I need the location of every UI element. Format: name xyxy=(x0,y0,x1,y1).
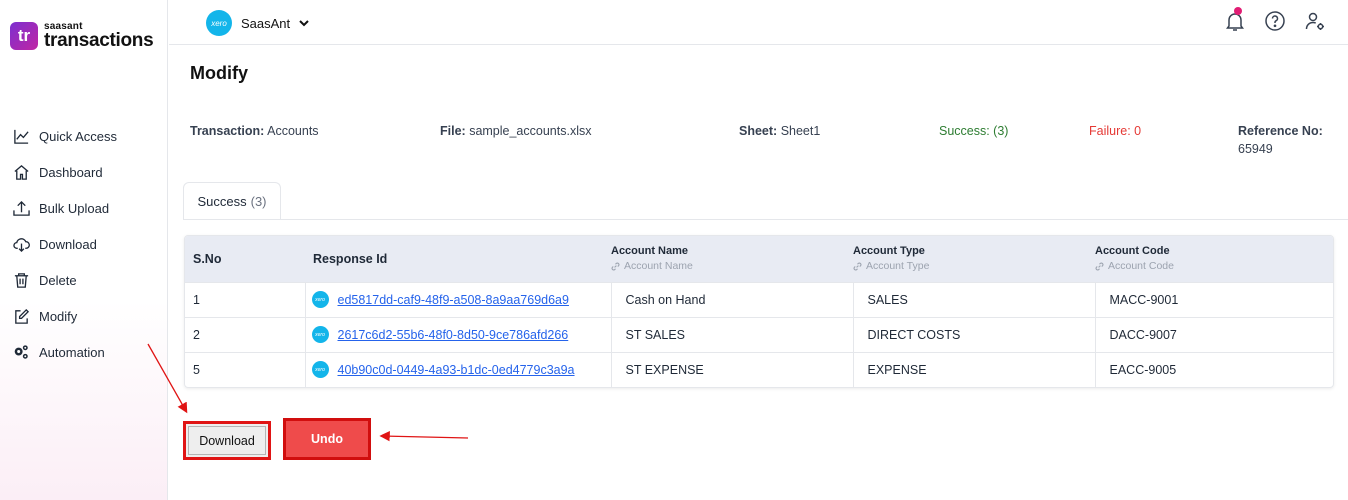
cell-account-name: ST EXPENSE xyxy=(610,352,853,387)
cell-account-type: EXPENSE xyxy=(852,352,1095,387)
header-account-type-mapping: Account Type xyxy=(866,260,930,273)
sidebar-item-label: Automation xyxy=(39,344,105,360)
info-file-label: File: xyxy=(440,124,466,138)
cell-account-name: ST SALES xyxy=(610,317,853,352)
sidebar-item-label: Bulk Upload xyxy=(39,200,110,216)
tab-divider xyxy=(183,219,1348,220)
gears-icon xyxy=(12,343,30,361)
xero-icon: xero xyxy=(311,291,329,308)
info-file: File: sample_accounts.xlsx xyxy=(440,124,591,138)
sidebar-item-label: Delete xyxy=(39,272,77,288)
sidebar-item-label: Dashboard xyxy=(39,164,103,180)
xero-icon: xero xyxy=(311,361,329,379)
info-failure-count: Failure: 0 xyxy=(1089,124,1142,138)
help-icon xyxy=(1265,11,1285,31)
response-id-link[interactable]: 40b90c0d-0449-4a93-b1dc-0ed4779c3a9a xyxy=(338,363,575,377)
sidebar-item-download[interactable]: Download xyxy=(12,226,117,262)
user-settings-icon xyxy=(1305,12,1324,30)
cell-account-name: Cash on Hand xyxy=(610,282,853,317)
table-row: 2 xero 2617c6d2-55b6-48f0-8d50-9ce786afd… xyxy=(185,317,1333,352)
header-account-name: Account Name Account Name xyxy=(611,245,693,273)
header-response-id: Response Id xyxy=(313,251,388,266)
info-reference-value: 65949 xyxy=(1238,142,1273,156)
undo-button[interactable]: Undo xyxy=(283,418,371,460)
xero-logo: xero xyxy=(206,10,232,36)
brand-logo-mark: tr xyxy=(10,22,38,50)
sidebar-item-label: Modify xyxy=(39,308,78,324)
info-success-count: Success: (3) xyxy=(939,124,1009,138)
download-button[interactable]: Download xyxy=(183,421,271,460)
link-icon xyxy=(611,262,620,271)
cell-sno: 5 xyxy=(193,362,200,377)
trash-icon xyxy=(12,271,30,289)
table-row: 1 xero ed5817dd-caf9-48f9-a508-8a9aa769d… xyxy=(185,282,1333,317)
tab-count: (3) xyxy=(250,194,267,209)
header-account-name-mapping: Account Name xyxy=(624,260,693,273)
info-transaction-value: Accounts xyxy=(267,124,319,138)
xero-icon: xero xyxy=(311,326,329,343)
cell-sno: 1 xyxy=(193,292,200,307)
tab-label: Success xyxy=(197,194,247,209)
brand-name-big: transactions xyxy=(44,30,154,51)
sidebar-item-bulk-upload[interactable]: Bulk Upload xyxy=(12,190,117,226)
upload-icon xyxy=(12,199,30,217)
response-id-link[interactable]: 2617c6d2-55b6-48f0-8d50-9ce786afd266 xyxy=(338,328,569,342)
info-sheet-value: Sheet1 xyxy=(780,124,821,138)
home-icon xyxy=(12,163,30,181)
tab-success[interactable]: Success (3) xyxy=(183,182,281,220)
sidebar: tr saasant transactions Quick Access Das… xyxy=(0,0,168,500)
cell-account-type: SALES xyxy=(852,282,1095,317)
cell-account-code: MACC-9001 xyxy=(1094,282,1333,317)
cell-response-id: xero ed5817dd-caf9-48f9-a508-8a9aa769d6a… xyxy=(304,282,611,317)
info-file-value: sample_accounts.xlsx xyxy=(469,124,592,138)
annotation-arrow-undo xyxy=(379,430,469,442)
chevron-down-icon xyxy=(299,20,309,27)
info-sheet: Sheet: Sheet1 xyxy=(739,124,820,138)
table-header-row: S.No Response Id Account Name Account Na… xyxy=(185,236,1333,282)
sidebar-item-dashboard[interactable]: Dashboard xyxy=(12,154,117,190)
brand-logo[interactable]: tr saasant transactions xyxy=(10,22,154,51)
sidebar-nav: Quick Access Dashboard Bulk Upload Downl… xyxy=(12,118,117,370)
sidebar-item-label: Download xyxy=(39,236,97,252)
sidebar-item-quick-access[interactable]: Quick Access xyxy=(12,118,117,154)
results-table: S.No Response Id Account Name Account Na… xyxy=(184,235,1334,388)
page-title: Modify xyxy=(190,63,248,83)
cloud-download-icon xyxy=(12,235,30,253)
notification-dot xyxy=(1234,7,1242,15)
edit-icon xyxy=(12,307,30,325)
sidebar-item-delete[interactable]: Delete xyxy=(12,262,117,298)
link-icon xyxy=(853,262,862,271)
link-icon xyxy=(1095,262,1104,271)
chart-line-icon xyxy=(12,127,30,145)
info-reference-label: Reference No: xyxy=(1238,124,1323,138)
download-button-label: Download xyxy=(188,426,266,455)
info-sheet-label: Sheet: xyxy=(739,124,778,138)
help-button[interactable] xyxy=(1264,10,1286,37)
cell-response-id: xero 40b90c0d-0449-4a93-b1dc-0ed4779c3a9… xyxy=(304,352,611,387)
cell-sno: 2 xyxy=(193,327,200,342)
cell-account-type: DIRECT COSTS xyxy=(852,317,1095,352)
response-id-link[interactable]: ed5817dd-caf9-48f9-a508-8a9aa769d6a9 xyxy=(338,293,569,307)
cell-response-id: xero 2617c6d2-55b6-48f0-8d50-9ce786afd26… xyxy=(304,317,611,352)
top-icons xyxy=(1224,7,1326,37)
header-account-code-mapping: Account Code xyxy=(1108,260,1174,273)
sidebar-item-automation[interactable]: Automation xyxy=(12,334,117,370)
info-transaction: Transaction: Accounts xyxy=(190,124,319,138)
user-settings-button[interactable] xyxy=(1304,10,1326,37)
cell-account-code: DACC-9007 xyxy=(1094,317,1333,352)
info-reference: Reference No: 65949 xyxy=(1238,124,1323,156)
sidebar-item-label: Quick Access xyxy=(39,128,118,144)
notifications-button[interactable] xyxy=(1224,7,1246,37)
org-name: SaasAnt xyxy=(241,15,291,31)
header-account-type: Account Type Account Type xyxy=(853,245,930,273)
header-account-code: Account Code Account Code xyxy=(1095,245,1174,273)
cell-account-code: EACC-9005 xyxy=(1094,352,1333,387)
org-switcher[interactable]: xero SaasAnt xyxy=(206,10,310,36)
info-transaction-label: Transaction: xyxy=(190,124,265,138)
header-sno: S.No xyxy=(193,251,222,266)
sidebar-item-modify[interactable]: Modify xyxy=(12,298,117,334)
topbar: xero SaasAnt xyxy=(169,0,1348,45)
table-row: 5 xero 40b90c0d-0449-4a93-b1dc-0ed4779c3… xyxy=(185,352,1333,387)
